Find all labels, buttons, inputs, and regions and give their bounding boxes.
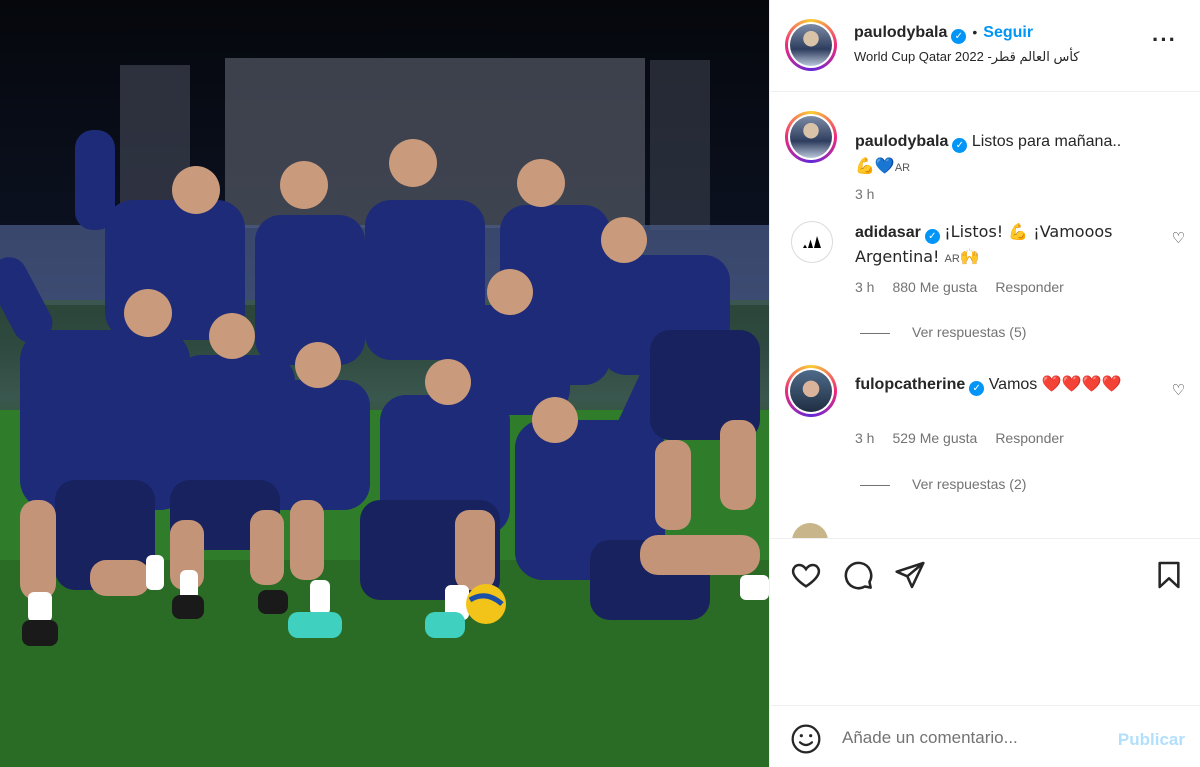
verified-badge-icon: ✓ xyxy=(952,138,968,153)
bookmark-icon[interactable] xyxy=(1153,559,1185,591)
verified-badge-icon: ✓ xyxy=(969,381,985,396)
post-actions xyxy=(770,538,1200,705)
comment-reply-button[interactable]: Responder xyxy=(995,430,1064,446)
follow-button[interactable]: Seguir xyxy=(983,24,1033,41)
view-replies-button[interactable]: Ver respuestas (5) xyxy=(860,324,1026,340)
adidas-logo-avatar[interactable] xyxy=(791,221,833,263)
caption-flag: AR xyxy=(894,162,911,174)
comment-composer: Publicar xyxy=(770,705,1200,767)
caption-meta: 3 h xyxy=(855,186,892,202)
post-photo[interactable] xyxy=(0,0,769,767)
author-row: paulodybala ✓ • Seguir xyxy=(854,24,1033,44)
comment-author-avatar[interactable] xyxy=(785,365,837,417)
comment-input[interactable] xyxy=(842,726,1102,750)
separator-dot: • xyxy=(972,24,978,40)
caption-emoji: 💪💙 xyxy=(855,156,895,175)
comment-text-block: adidasar ✓ ¡Listos! 💪 ¡Vamooos Argentina!… xyxy=(855,220,1160,271)
comment-time[interactable]: 3 h xyxy=(855,279,874,295)
comment-flag: AR xyxy=(944,253,960,265)
verified-badge-icon: ✓ xyxy=(951,29,967,44)
more-options-icon[interactable]: ··· xyxy=(1152,29,1177,51)
comment-hearts-emoji: ❤️❤️❤️❤️ xyxy=(1041,374,1122,393)
team-photo-illustration xyxy=(0,58,769,767)
publish-button[interactable]: Publicar xyxy=(1118,730,1185,750)
author-avatar[interactable] xyxy=(785,19,837,71)
comment-author-username[interactable]: adidasar xyxy=(855,224,921,241)
comment-like-heart-icon[interactable]: ♡ xyxy=(1172,229,1185,247)
comment-time[interactable]: 3 h xyxy=(855,430,874,446)
post-header: paulodybala ✓ • Seguir World Cup Qatar 2022… xyxy=(770,0,1200,92)
comments-list[interactable]: paulodybala ✓ Listos para mañana.. 💪💙AR 3… xyxy=(770,93,1200,538)
comment-item: adidasar ✓ ¡Listos! 💪 ¡Vamooos Argentina!… xyxy=(785,217,1185,347)
comment-icon[interactable] xyxy=(842,559,874,591)
comment-text-block: fulopcatherine ✓ Vamos ❤️❤️❤️❤️ xyxy=(855,372,1160,397)
comment-meta: 3 h 529 Me gusta Responder xyxy=(855,430,1082,446)
post-location[interactable]: World Cup Qatar 2022 -كأس العالم قطر xyxy=(854,49,1080,65)
comment-text: Vamos xyxy=(988,376,1042,393)
adidas-logo-icon xyxy=(803,236,821,248)
share-icon[interactable] xyxy=(894,559,926,591)
comment-like-heart-icon[interactable]: ♡ xyxy=(1172,381,1185,399)
caption-text: Listos para mañana.. xyxy=(971,133,1122,150)
caption-time[interactable]: 3 h xyxy=(855,186,874,202)
post-side-panel: paulodybala ✓ • Seguir World Cup Qatar 2022… xyxy=(769,0,1200,767)
caption-author-username[interactable]: paulodybala xyxy=(855,133,948,150)
comment-reply-button[interactable]: Responder xyxy=(995,279,1064,295)
next-comment-avatar-partial xyxy=(792,523,828,538)
smiley-icon[interactable] xyxy=(790,723,822,755)
comment-likes[interactable]: 880 Me gusta xyxy=(892,279,977,295)
comment-likes[interactable]: 529 Me gusta xyxy=(892,430,977,446)
comment-meta: 3 h 880 Me gusta Responder xyxy=(855,279,1082,295)
author-username[interactable]: paulodybala xyxy=(854,24,947,41)
caption-author-avatar[interactable] xyxy=(785,111,837,163)
comment-tail-emoji: 🙌 xyxy=(959,247,980,266)
comment-item: fulopcatherine ✓ Vamos ❤️❤️❤️❤️ ♡ 3 h 529 … xyxy=(785,365,1185,495)
heart-icon[interactable] xyxy=(790,559,822,591)
view-replies-button[interactable]: Ver respuestas (2) xyxy=(860,476,1026,492)
comment-author-username[interactable]: fulopcatherine xyxy=(855,376,965,393)
caption-text-block: paulodybala ✓ Listos para mañana.. 💪💙AR xyxy=(855,130,1160,180)
post-caption: paulodybala ✓ Listos para mañana.. 💪💙AR 3… xyxy=(785,111,1185,202)
verified-badge-icon: ✓ xyxy=(924,229,940,244)
